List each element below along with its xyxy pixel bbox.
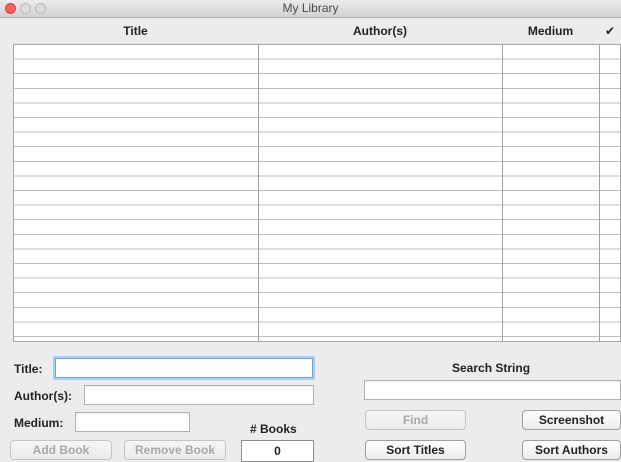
search-string-label: Search String: [452, 361, 531, 375]
screenshot-button[interactable]: Screenshot: [522, 410, 621, 430]
title-field[interactable]: [55, 358, 313, 378]
books-count-display: 0: [241, 440, 314, 462]
medium-field[interactable]: [75, 412, 190, 432]
column-divider: [599, 45, 600, 341]
add-book-button[interactable]: Add Book: [10, 440, 112, 460]
medium-label: Medium:: [14, 416, 64, 430]
column-header-check[interactable]: ✔: [599, 17, 621, 44]
column-divider: [258, 45, 259, 341]
search-string-field[interactable]: [364, 380, 621, 400]
title-label: Title:: [14, 362, 43, 376]
authors-label: Author(s):: [14, 389, 72, 403]
authors-field[interactable]: [84, 385, 314, 405]
column-divider: [502, 45, 503, 341]
window-titlebar: My Library: [0, 0, 621, 18]
column-header-authors[interactable]: Author(s): [258, 17, 502, 44]
column-header-title[interactable]: Title: [13, 17, 258, 44]
column-header-medium[interactable]: Medium: [502, 17, 599, 44]
remove-book-button[interactable]: Remove Book: [124, 440, 226, 460]
find-button[interactable]: Find: [365, 410, 466, 430]
library-table[interactable]: [13, 44, 621, 342]
sort-authors-button[interactable]: Sort Authors: [522, 440, 621, 460]
books-count-label: # Books: [250, 422, 297, 436]
window-title: My Library: [282, 1, 339, 15]
sort-titles-button[interactable]: Sort Titles: [365, 440, 466, 460]
